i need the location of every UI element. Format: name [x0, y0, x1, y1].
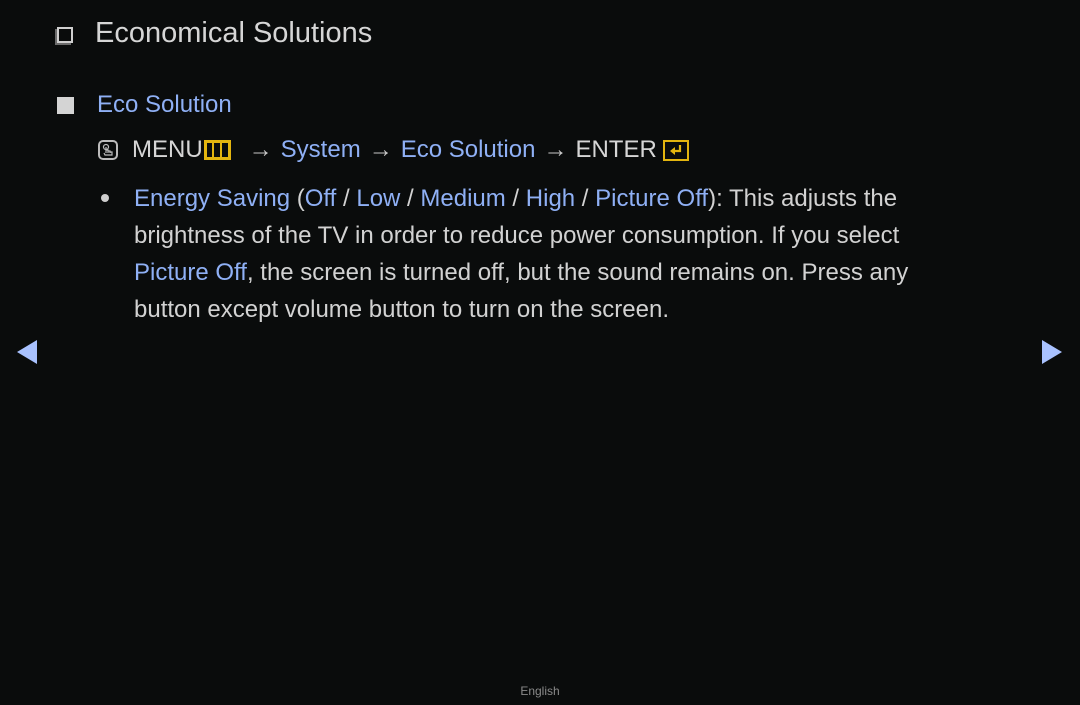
path-arrow: → [368, 136, 393, 163]
page-title: Economical Solutions [95, 17, 373, 49]
energy-saving-item: Energy Saving (Off / Low / Medium / High… [98, 180, 978, 328]
bullet-icon [101, 194, 109, 202]
hollow-square-icon [57, 26, 73, 43]
enter-button-icon [662, 139, 689, 161]
option-off[interactable]: Off [305, 185, 337, 212]
filled-square-icon [57, 96, 74, 114]
description-text: , the screen is turned off, but the soun… [134, 259, 909, 323]
path-arrow: → [543, 136, 568, 163]
remote-hand-icon [98, 140, 118, 160]
section-heading-row: Eco Solution [57, 91, 232, 119]
section-heading: Eco Solution [97, 91, 232, 118]
path-system-link[interactable]: System [281, 136, 361, 164]
separator: / [505, 185, 526, 212]
page-title-row: Economical Solutions [57, 17, 372, 50]
separator: / [400, 185, 421, 212]
paren: ( [290, 185, 305, 212]
picture-off-link[interactable]: Picture Off [134, 259, 247, 286]
path-arrow: → [248, 136, 273, 163]
path-eco-solution-link[interactable]: Eco Solution [401, 136, 536, 164]
option-picture-off[interactable]: Picture Off [595, 185, 708, 212]
option-low[interactable]: Low [356, 185, 400, 212]
enter-label: ENTER [575, 136, 657, 163]
menu-label: MENU [132, 136, 203, 163]
menu-path: MENU → System → Eco Solution → ENTER [98, 136, 689, 164]
language-label: English [520, 684, 560, 698]
option-medium[interactable]: Medium [420, 185, 505, 212]
energy-saving-description: Energy Saving (Off / Low / Medium / High… [134, 180, 978, 328]
separator: / [336, 185, 357, 212]
separator: / [575, 185, 596, 212]
right-triangle-icon[interactable] [1042, 340, 1062, 364]
paren: ): [708, 185, 729, 212]
left-triangle-icon[interactable] [17, 340, 37, 364]
energy-saving-link[interactable]: Energy Saving [134, 185, 290, 212]
option-high[interactable]: High [526, 185, 575, 212]
menu-button-icon [203, 140, 231, 160]
